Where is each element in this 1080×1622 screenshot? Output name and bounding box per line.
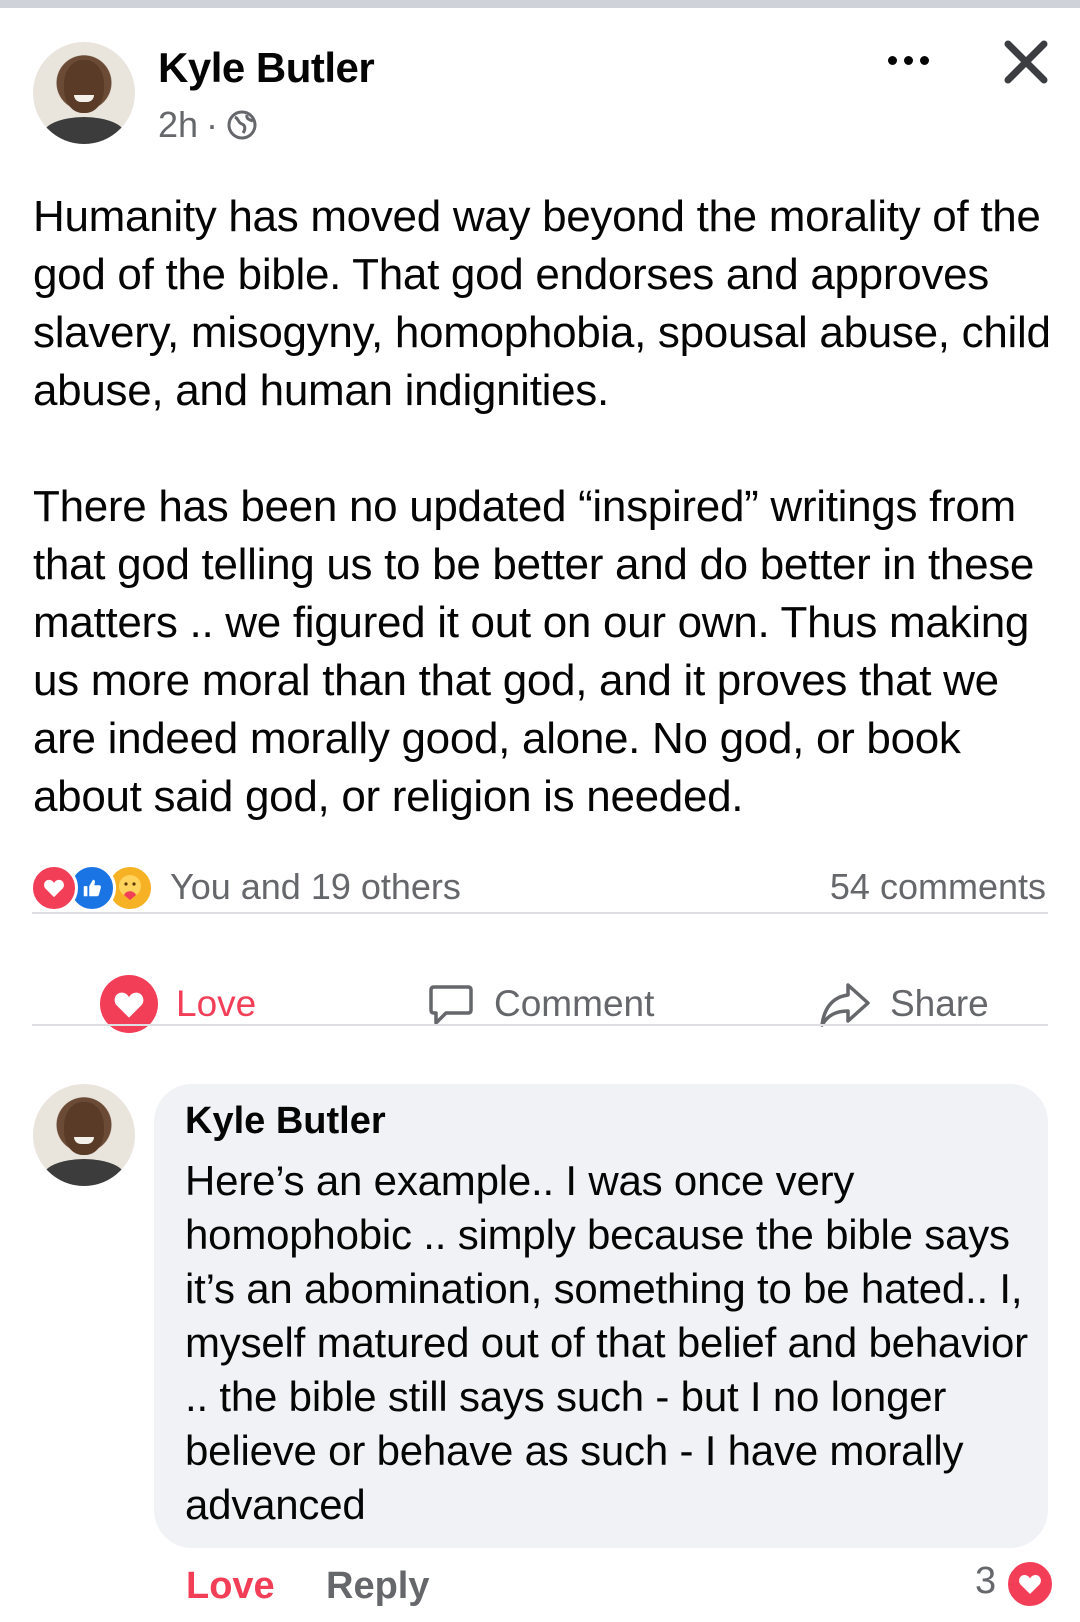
share-button[interactable]: Share	[818, 972, 989, 1036]
divider	[32, 1024, 1048, 1026]
reaction-icons[interactable]	[30, 864, 154, 912]
post-meta: 2h ·	[158, 104, 258, 146]
share-icon	[820, 983, 870, 1027]
comment-text: Here’s an example.. I was once very homo…	[185, 1157, 1028, 1528]
share-button-label: Share	[890, 983, 989, 1024]
comment-reaction-count[interactable]: 3	[975, 1560, 996, 1603]
divider	[32, 912, 1048, 914]
comment-author-avatar[interactable]	[33, 1084, 135, 1186]
post-time[interactable]: 2h	[158, 104, 198, 146]
comment-author-name[interactable]: Kyle Butler	[185, 1100, 386, 1143]
post-paragraph: There has been no updated “inspired” wri…	[33, 482, 1035, 821]
comment-reply-button[interactable]: Reply	[326, 1565, 429, 1608]
comment-love-icon[interactable]	[1006, 1560, 1054, 1608]
comment-icon	[429, 985, 473, 1025]
love-icon	[30, 864, 78, 912]
close-icon[interactable]	[1000, 36, 1052, 88]
reactions-summary[interactable]: You and 19 others	[170, 866, 461, 908]
meta-separator: ·	[206, 104, 219, 145]
post-author-name[interactable]: Kyle Butler	[158, 44, 375, 92]
top-edge-bar	[0, 0, 1080, 8]
love-button-label: Love	[176, 983, 257, 1024]
comment-button-label: Comment	[494, 983, 655, 1024]
comments-count[interactable]: 54 comments	[830, 866, 1046, 908]
post-body: Humanity has moved way beyond the morali…	[33, 188, 1063, 826]
comment-button[interactable]: Comment	[426, 972, 654, 1036]
post-author-avatar[interactable]	[33, 42, 135, 144]
globe-icon	[227, 110, 257, 140]
comment-love-button[interactable]: Love	[186, 1565, 275, 1608]
love-button[interactable]: Love	[100, 972, 256, 1036]
more-options-icon[interactable]	[878, 40, 938, 80]
post-paragraph: Humanity has moved way beyond the morali…	[33, 192, 1051, 415]
